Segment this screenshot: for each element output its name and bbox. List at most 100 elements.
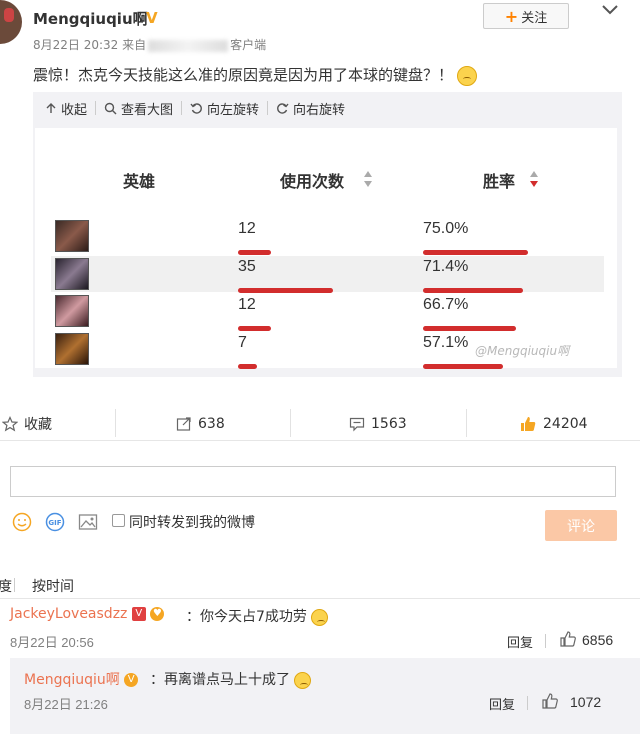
collapse-button[interactable]: 收起 xyxy=(37,99,95,118)
blurred-source xyxy=(148,39,229,52)
uses-bar xyxy=(238,250,271,255)
winrate-bar xyxy=(423,250,528,255)
gif-icon[interactable]: GIF xyxy=(45,512,65,532)
thumbs-up-icon xyxy=(521,417,536,431)
like-count: 24204 xyxy=(543,416,588,432)
reply-username[interactable]: Mengqiuqiu啊 V xyxy=(24,669,139,689)
comment-input[interactable] xyxy=(10,466,616,497)
thumbs-up-icon[interactable] xyxy=(559,630,577,648)
rotate-right-label: 向右旋转 xyxy=(293,102,346,118)
favorite-label: 收藏 xyxy=(24,417,52,433)
action-divider xyxy=(466,409,467,437)
reply-time: 8月22日 21:26 xyxy=(24,697,108,712)
follow-button[interactable]: + 关注 xyxy=(483,3,569,29)
comment-username[interactable]: JackeyLoveasdzz V ♥ xyxy=(10,606,165,622)
sort-icon xyxy=(364,171,372,187)
comment-text: ：你今天占7成功劳 xyxy=(186,606,328,626)
post-source[interactable]: 客户端 xyxy=(230,38,266,52)
favorite-button[interactable]: 收藏 xyxy=(2,407,52,441)
sort-by-time-tab[interactable]: 按时间 xyxy=(32,576,74,596)
rotate-left-button[interactable]: 向左旋转 xyxy=(182,99,267,118)
comment-text-content: ：你今天占7成功劳 xyxy=(186,609,307,625)
uses-value: 12 xyxy=(238,296,256,313)
header-uses: 使用次数 xyxy=(280,172,345,191)
winrate-value: 75.0% xyxy=(423,220,469,237)
rotate-right-button[interactable]: 向右旋转 xyxy=(268,99,353,118)
like-button[interactable]: 24204 xyxy=(519,407,588,441)
comment-like-count: 6856 xyxy=(582,632,614,648)
divider xyxy=(527,696,528,710)
reply-like-count: 1072 xyxy=(570,694,602,710)
uses-value: 7 xyxy=(238,334,247,351)
highlighted-row xyxy=(51,256,604,292)
uses-value: 12 xyxy=(238,220,256,237)
chevron-down-icon[interactable] xyxy=(600,0,620,20)
sort-desc-icon xyxy=(530,171,538,187)
action-divider xyxy=(290,409,291,437)
comment-icon xyxy=(349,417,365,432)
verified-badge-icon: V xyxy=(131,607,146,621)
forward-button[interactable]: 638 xyxy=(176,407,225,441)
comment-count: 1563 xyxy=(371,416,407,432)
uses-bar xyxy=(238,288,333,293)
view-large-label: 查看大图 xyxy=(121,102,174,118)
winrate-value: 66.7% xyxy=(423,296,469,313)
reply-button[interactable]: 回复 xyxy=(507,632,533,651)
divider xyxy=(545,634,546,648)
reply-username-text: Mengqiuqiu啊 xyxy=(24,672,120,688)
forward-checkbox[interactable] xyxy=(112,514,125,527)
emoji-icon xyxy=(457,65,478,86)
emoji-icon xyxy=(294,671,311,689)
image-icon[interactable] xyxy=(78,512,98,532)
post-date[interactable]: 8月22日 20:32 来自 xyxy=(33,38,146,52)
follow-label: 关注 xyxy=(521,10,548,26)
verified-icon: V xyxy=(124,673,139,687)
winrate-bar xyxy=(423,288,523,293)
submit-comment-button[interactable]: 评论 xyxy=(545,510,617,541)
vip-badge-icon: ♥ xyxy=(150,607,165,621)
search-icon xyxy=(104,102,117,114)
uses-bar xyxy=(238,364,257,369)
thumbs-up-icon[interactable] xyxy=(541,692,559,710)
verified-icon: V xyxy=(146,9,158,27)
hero-portrait xyxy=(55,258,89,290)
arrow-up-icon xyxy=(46,103,56,113)
comment-username-text: JackeyLoveasdzz xyxy=(10,606,128,622)
comment-button[interactable]: 1563 xyxy=(349,407,407,441)
hero-portrait xyxy=(55,220,89,252)
svg-text:GIF: GIF xyxy=(48,519,61,527)
hero-portrait xyxy=(55,333,89,365)
winrate-value: 57.1% xyxy=(423,334,469,351)
watermark: @Mengqiuqiu啊 xyxy=(475,344,570,358)
emoji-picker-icon[interactable] xyxy=(12,512,32,532)
view-large-button[interactable]: 查看大图 xyxy=(96,99,181,118)
header-winrate: 胜率 xyxy=(483,172,516,191)
emoji-icon xyxy=(310,608,328,626)
reply-button[interactable]: 回复 xyxy=(489,694,515,713)
hero-portrait xyxy=(55,295,89,327)
sort-hot-tab[interactable]: 度 xyxy=(0,576,12,596)
rotate-left-label: 向左旋转 xyxy=(207,102,260,118)
action-divider xyxy=(115,409,116,437)
rotate-right-icon xyxy=(277,102,289,114)
uses-bar xyxy=(238,326,271,331)
uses-value: 35 xyxy=(238,258,256,275)
media-toolbar: 收起 查看大图 向左旋转 向右旋转 xyxy=(33,92,353,124)
action-bar: 收藏 638 1563 24204 xyxy=(0,407,640,441)
plus-icon: + xyxy=(504,6,519,26)
forward-count: 638 xyxy=(198,416,225,432)
media-panel: 收起 查看大图 向左旋转 向右旋转 英雄 使用次数 胜率 12 35 12 7 … xyxy=(33,92,622,377)
star-icon xyxy=(2,416,18,432)
forward-icon xyxy=(176,417,191,431)
post-meta: 8月22日 20:32 来自 客户端 xyxy=(33,36,266,53)
post-text-content: 震惊！杰克今天技能这么准的原因竟是因为用了本球的键盘？！ xyxy=(33,66,454,84)
rotate-left-icon xyxy=(190,102,202,114)
comment-time: 8月22日 20:56 xyxy=(10,635,94,650)
forward-checkbox-label[interactable]: 同时转发到我的微博 xyxy=(129,512,255,532)
stats-image[interactable]: 英雄 使用次数 胜率 12 35 12 7 75.0% 71.4% 66.7% … xyxy=(35,128,617,369)
header-hero: 英雄 xyxy=(123,172,156,191)
avatar[interactable] xyxy=(0,0,22,44)
winrate-bar xyxy=(423,364,503,369)
post-username[interactable]: Mengqiuqiu啊 xyxy=(33,8,148,29)
divider xyxy=(0,598,640,599)
